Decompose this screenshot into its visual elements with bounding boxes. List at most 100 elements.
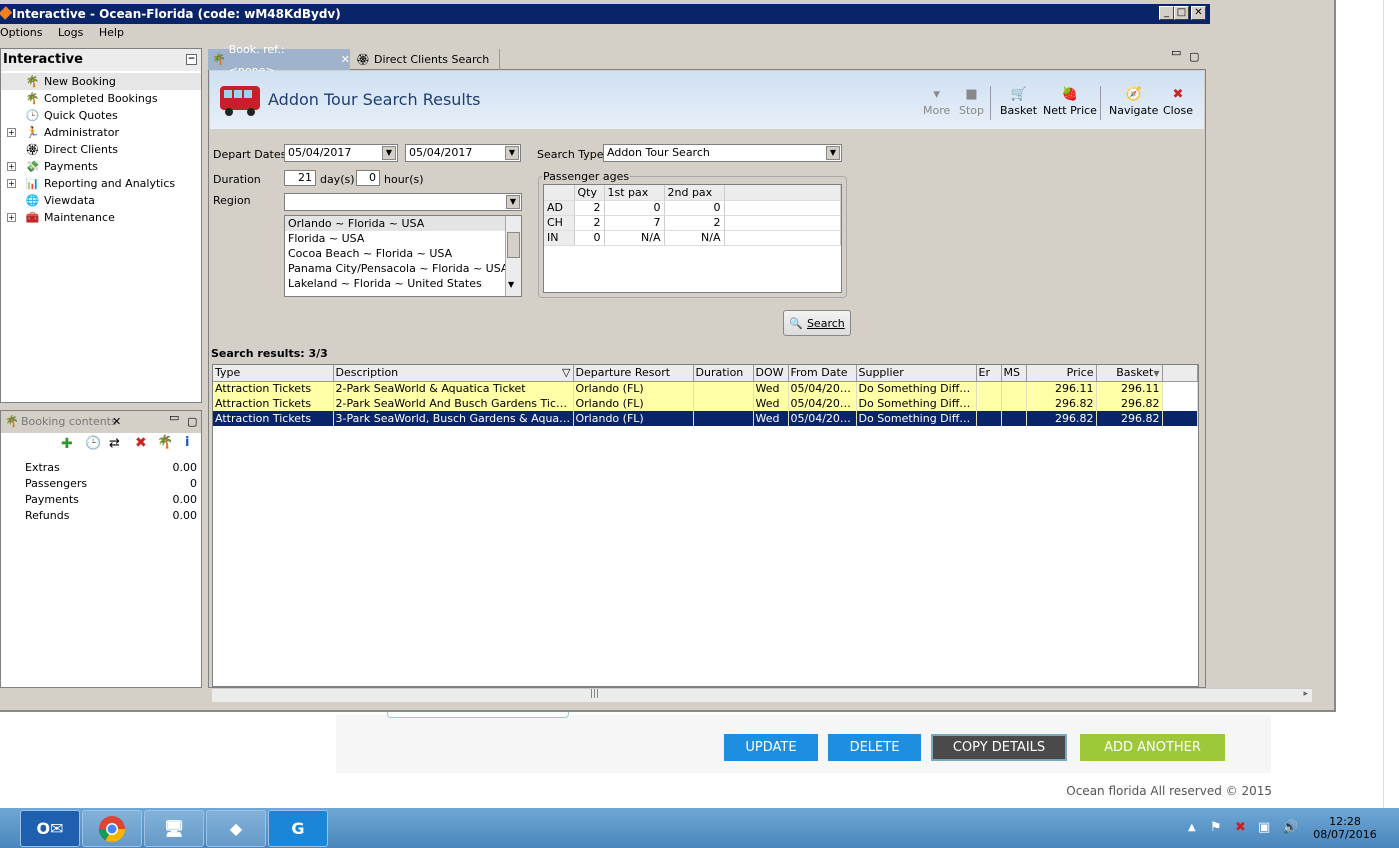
column-header-price[interactable]: Price bbox=[1026, 365, 1097, 382]
chrome-icon[interactable] bbox=[82, 810, 142, 847]
column-header-supplier[interactable]: Supplier bbox=[856, 365, 977, 382]
sidebar-item-payments[interactable]: 💸 Payments bbox=[25, 158, 98, 175]
volume-icon[interactable]: 🔊 bbox=[1282, 820, 1298, 835]
sidebar-item-quick-quotes[interactable]: 🕒 Quick Quotes bbox=[25, 107, 118, 124]
tab-booking[interactable]: 🌴 Book. ref.: <none> ✕ bbox=[208, 43, 350, 77]
pax-cell[interactable]: 0 bbox=[664, 200, 725, 216]
info-icon[interactable]: i bbox=[185, 435, 189, 450]
sidebar-item-maintenance[interactable]: 🧰 Maintenance bbox=[25, 209, 115, 226]
sidebar-item-reporting[interactable]: 📊 Reporting and Analytics bbox=[25, 175, 175, 192]
maximize-icon[interactable]: □ bbox=[1174, 6, 1189, 20]
column-header-basket[interactable]: Basket▼ bbox=[1096, 365, 1163, 382]
list-item[interactable]: Orlando ~ Florida ~ USA bbox=[285, 216, 521, 231]
chevron-down-icon[interactable]: ▼ bbox=[826, 146, 840, 160]
maximize-panel-icon[interactable]: ▢ bbox=[187, 411, 197, 433]
table-row[interactable]: Attraction Tickets 2-Park SeaWorld & Aqua… bbox=[213, 381, 1198, 396]
column-header-departure-resort[interactable]: Departure Resort bbox=[573, 365, 694, 382]
list-scrollbar[interactable]: ▼ bbox=[505, 216, 521, 296]
pax-cell[interactable]: 2 bbox=[664, 215, 725, 231]
add-icon[interactable]: ✚ bbox=[61, 436, 73, 452]
pax-cell[interactable]: 2 bbox=[574, 215, 605, 231]
clock-icon[interactable]: 🕒 bbox=[85, 436, 101, 451]
region-combo[interactable]: ▼ bbox=[284, 193, 522, 211]
chevron-down-icon[interactable]: ▼ bbox=[505, 146, 519, 160]
flag-icon[interactable]: ⚑ bbox=[1210, 820, 1222, 835]
horizontal-scrollbar[interactable]: ||| ▸ bbox=[212, 688, 1312, 702]
outlook-icon[interactable]: O✉ bbox=[20, 810, 80, 847]
sidebar-item-administrator[interactable]: 🏃 Administrator bbox=[25, 124, 119, 141]
menu-help[interactable]: Help bbox=[99, 26, 124, 39]
minimize-panel-icon[interactable]: ▭ bbox=[169, 407, 179, 429]
menu-options[interactable]: Options bbox=[0, 26, 42, 39]
chevron-down-icon[interactable]: ▼ bbox=[382, 146, 396, 160]
sidebar-item-completed-bookings[interactable]: 🌴 Completed Bookings bbox=[25, 90, 158, 107]
collapse-icon[interactable]: − bbox=[186, 54, 197, 65]
delete-button[interactable]: DELETE bbox=[828, 734, 921, 761]
column-header-duration[interactable]: Duration bbox=[693, 365, 754, 382]
more-button[interactable]: ▾ More bbox=[923, 86, 950, 117]
close-button[interactable]: ✖ Close bbox=[1163, 86, 1193, 117]
close-tab-icon[interactable]: ✕ bbox=[112, 411, 121, 433]
expand-icon[interactable]: + bbox=[7, 128, 16, 137]
sidebar-item-viewdata[interactable]: 🌐 Viewdata bbox=[25, 192, 95, 209]
filter-icon[interactable]: ▽ bbox=[562, 366, 570, 379]
network-icon[interactable]: ▣ bbox=[1258, 820, 1270, 835]
pax-cell[interactable]: 2 bbox=[574, 200, 605, 216]
list-item[interactable]: Lakeland ~ Florida ~ United States bbox=[285, 276, 521, 291]
column-header-er[interactable]: Er bbox=[976, 365, 1002, 382]
list-item[interactable]: Panama City/Pensacola ~ Florida ~ USA bbox=[285, 261, 521, 276]
tab-direct-clients-search[interactable]: 🏵 Direct Clients Search bbox=[352, 49, 500, 70]
transfer-icon[interactable]: ⇄ bbox=[109, 436, 120, 451]
expand-icon[interactable]: + bbox=[7, 179, 16, 188]
close-window-icon[interactable]: ✕ bbox=[1191, 6, 1206, 20]
copy-details-button[interactable]: COPY DETAILS bbox=[931, 734, 1067, 761]
menu-logs[interactable]: Logs bbox=[58, 26, 83, 39]
duration-days-input[interactable]: 21 bbox=[284, 170, 316, 186]
column-header-from-date[interactable]: From Date bbox=[788, 365, 857, 382]
pax-cell[interactable]: 7 bbox=[604, 215, 665, 231]
pax-cell[interactable]: 0 bbox=[604, 200, 665, 216]
chevron-down-icon[interactable]: ▼ bbox=[508, 280, 514, 289]
pax-cell[interactable]: 0 bbox=[574, 230, 605, 246]
column-header-type[interactable]: Type bbox=[213, 365, 334, 382]
page-scrollbar[interactable] bbox=[1383, 0, 1399, 808]
basket-button[interactable]: 🛒 Basket bbox=[1000, 86, 1037, 117]
nett-price-button[interactable]: 🍓 Nett Price bbox=[1043, 86, 1097, 117]
maximize-panel-icon[interactable]: ▢ bbox=[1189, 50, 1199, 63]
minimize-panel-icon[interactable]: ▭ bbox=[1171, 46, 1181, 59]
app-icon[interactable]: ◆ bbox=[206, 810, 266, 847]
column-header-ms[interactable]: MS bbox=[1001, 365, 1027, 382]
add-another-button[interactable]: ADD ANOTHER bbox=[1080, 734, 1225, 761]
clock[interactable]: 12:28 08/07/2016 bbox=[1305, 815, 1385, 841]
search-type-combo[interactable]: Addon Tour Search ▼ bbox=[603, 144, 842, 162]
list-scroll-thumb[interactable] bbox=[507, 232, 520, 258]
close-tab-icon[interactable]: ✕ bbox=[341, 49, 350, 70]
security-icon[interactable]: ✖ bbox=[1235, 820, 1246, 835]
search-button[interactable]: 🔍 Search bbox=[783, 310, 851, 336]
depart-from-combo[interactable]: 05/04/2017 ▼ bbox=[284, 144, 398, 162]
update-button[interactable]: UPDATE bbox=[724, 734, 818, 761]
sidebar-item-direct-clients[interactable]: 🏵 Direct Clients bbox=[25, 141, 119, 158]
list-item[interactable]: Cocoa Beach ~ Florida ~ USA bbox=[285, 246, 521, 261]
delete-icon[interactable]: ✖ bbox=[135, 435, 147, 451]
chevron-down-icon[interactable]: ▼ bbox=[506, 195, 520, 209]
expand-icon[interactable]: + bbox=[7, 162, 16, 171]
duration-hours-input[interactable]: 0 bbox=[356, 170, 380, 186]
palm-tree-icon[interactable]: 🌴 bbox=[157, 435, 173, 450]
minimize-icon[interactable]: _ bbox=[1159, 6, 1174, 20]
g-app-icon[interactable]: G bbox=[268, 810, 328, 847]
network-app-icon[interactable]: 🖥 bbox=[144, 810, 204, 847]
navigate-button[interactable]: 🧭 Navigate bbox=[1109, 86, 1158, 117]
sort-icon[interactable]: ▼ bbox=[1153, 369, 1159, 378]
stop-button[interactable]: ■ Stop bbox=[959, 86, 984, 117]
table-row-selected[interactable]: Attraction Tickets 3-Park SeaWorld, Busch… bbox=[213, 411, 1198, 426]
table-row[interactable]: Attraction Tickets 2-Park SeaWorld And Bu… bbox=[213, 396, 1198, 411]
tray-arrow-icon[interactable]: ▲ bbox=[1188, 822, 1196, 833]
column-header-description[interactable]: Description ▽ bbox=[333, 365, 574, 382]
pax-cell[interactable]: N/A bbox=[664, 230, 725, 246]
column-header-dow[interactable]: DOW bbox=[753, 365, 789, 382]
grip-icon[interactable]: ||| bbox=[590, 689, 599, 699]
expand-icon[interactable]: + bbox=[7, 213, 16, 222]
sidebar-item-new-booking[interactable]: 🌴 New Booking bbox=[25, 73, 116, 90]
pax-cell[interactable]: N/A bbox=[604, 230, 665, 246]
